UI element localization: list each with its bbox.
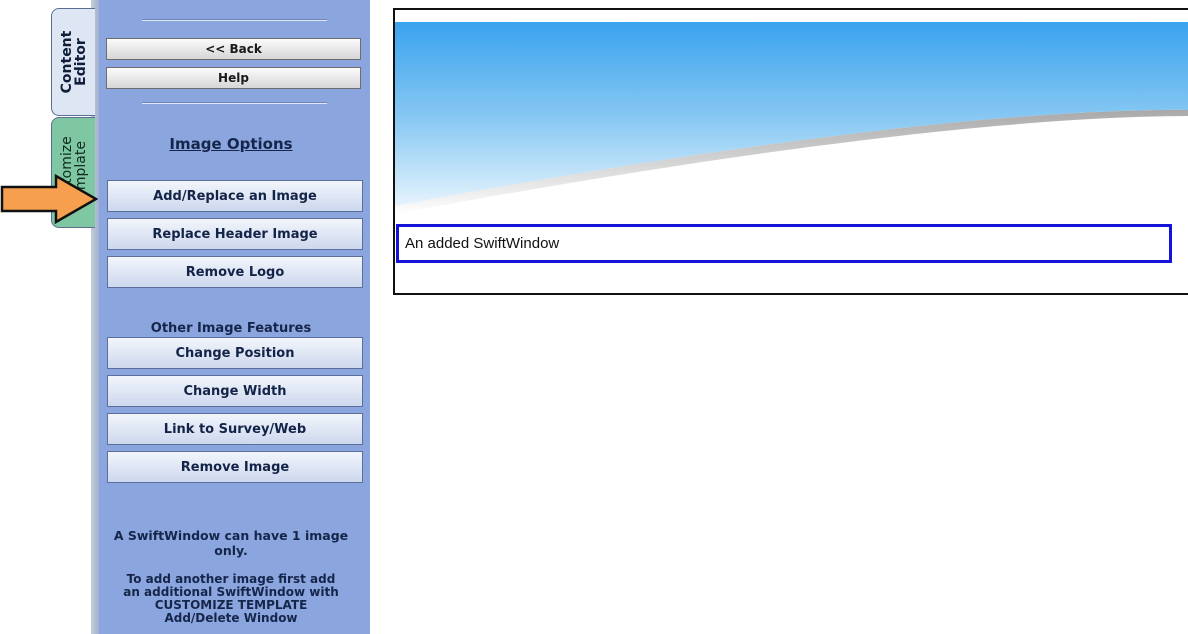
tab-content-editor[interactable]: Content Editor <box>51 8 95 116</box>
back-button[interactable]: << Back <box>106 38 361 60</box>
add-replace-image-button[interactable]: Add/Replace an Image <box>107 180 363 212</box>
change-width-button[interactable]: Change Width <box>107 375 363 407</box>
replace-header-image-button[interactable]: Replace Header Image <box>107 218 363 250</box>
other-image-features-title: Other Image Features <box>150 321 312 336</box>
note-add-window: To add another image first add an additi… <box>123 572 339 625</box>
divider-top <box>142 19 327 21</box>
change-position-button[interactable]: Change Position <box>107 337 363 369</box>
link-to-survey-web-button[interactable]: Link to Survey/Web <box>107 413 363 445</box>
header-image <box>395 10 1188 220</box>
tab-content-editor-label: Content Editor <box>58 30 89 94</box>
note-single-image: A SwiftWindow can have 1 image only. <box>113 528 349 558</box>
divider-middle <box>142 102 327 104</box>
image-options-title: Image Options <box>169 135 293 153</box>
swiftwindow-text: An added SwiftWindow <box>405 235 560 252</box>
help-button[interactable]: Help <box>106 67 361 89</box>
swiftwindow-textbox[interactable]: An added SwiftWindow <box>396 224 1172 263</box>
remove-logo-button[interactable]: Remove Logo <box>107 256 363 288</box>
arrow-right-icon <box>0 174 98 224</box>
remove-image-button[interactable]: Remove Image <box>107 451 363 483</box>
